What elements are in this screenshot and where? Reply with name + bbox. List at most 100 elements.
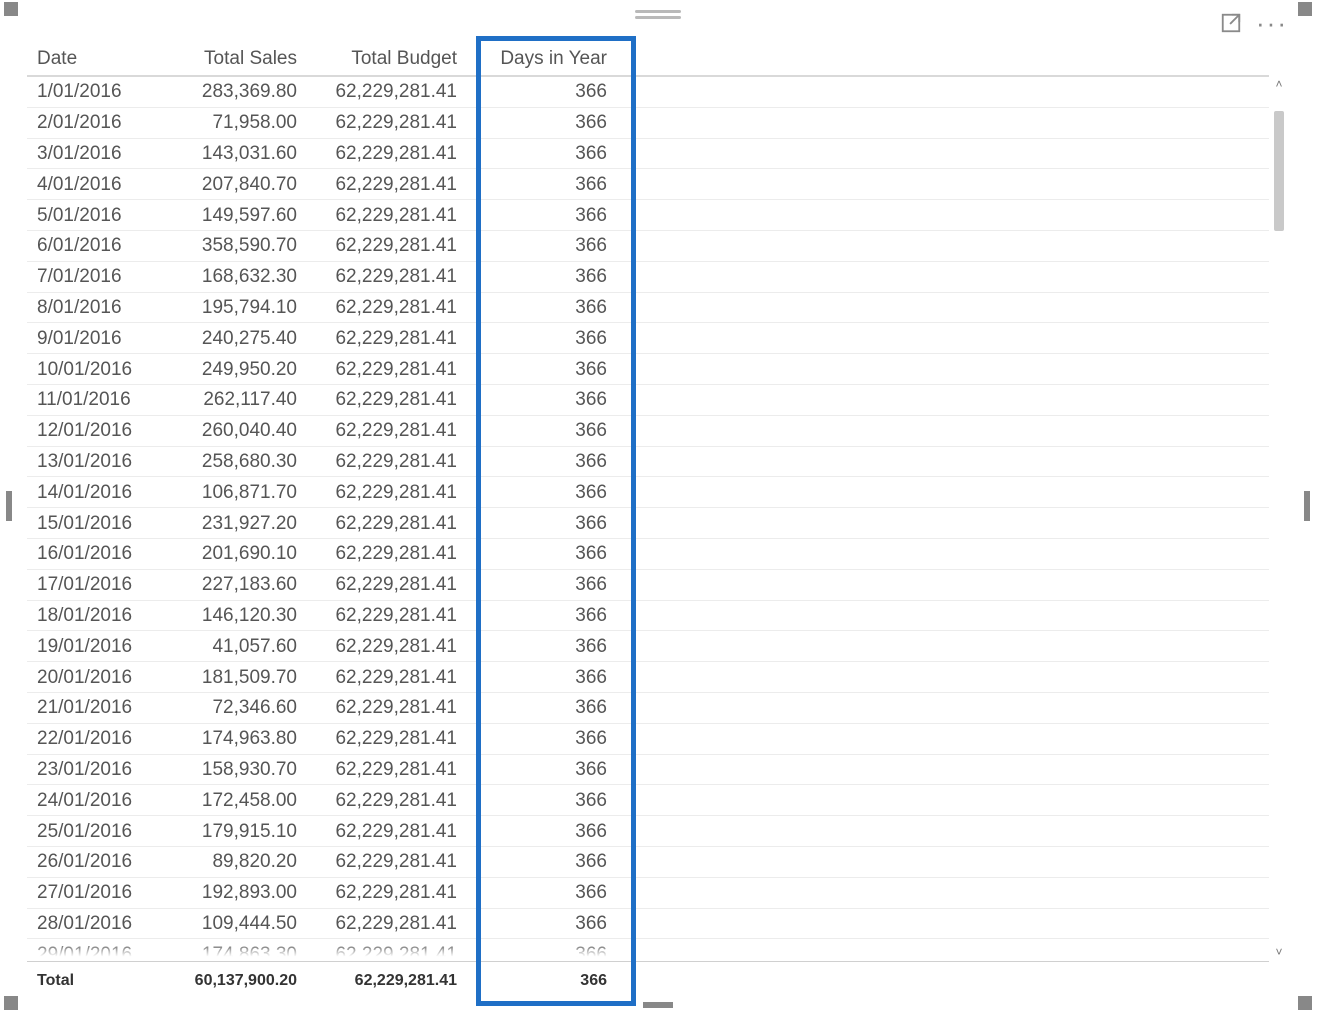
cell-days-in-year: 366 bbox=[467, 298, 617, 317]
table-visual[interactable]: ··· Date Total Sales Total Budget Days i… bbox=[8, 6, 1308, 1006]
cell-days-in-year: 366 bbox=[467, 82, 617, 101]
table-row[interactable]: 28/01/2016109,444.5062,229,281.41366 bbox=[27, 909, 1269, 940]
scrollbar-thumb[interactable] bbox=[1274, 111, 1284, 231]
cell-total-sales: 195,794.10 bbox=[157, 298, 307, 317]
table-row[interactable]: 1/01/2016283,369.8062,229,281.41366 bbox=[27, 77, 1269, 108]
vertical-scrollbar[interactable]: ˄ ˅ bbox=[1273, 77, 1285, 959]
data-table: Date Total Sales Total Budget Days in Ye… bbox=[27, 41, 1269, 970]
table-row[interactable]: 6/01/2016358,590.7062,229,281.41366 bbox=[27, 231, 1269, 262]
col-header-days-in-year[interactable]: Days in Year bbox=[467, 49, 617, 68]
cell-date: 1/01/2016 bbox=[27, 82, 157, 101]
table-row[interactable]: 7/01/2016168,632.3062,229,281.41366 bbox=[27, 262, 1269, 293]
table-row[interactable]: 26/01/201689,820.2062,229,281.41366 bbox=[27, 847, 1269, 878]
table-row[interactable]: 2/01/201671,958.0062,229,281.41366 bbox=[27, 108, 1269, 139]
table-row[interactable]: 21/01/201672,346.6062,229,281.41366 bbox=[27, 693, 1269, 724]
cell-days-in-year: 366 bbox=[467, 791, 617, 810]
cell-total-budget: 62,229,281.41 bbox=[307, 175, 467, 194]
cell-total-budget: 62,229,281.41 bbox=[307, 822, 467, 841]
total-budget-value: 62,229,281.41 bbox=[307, 972, 467, 990]
table-row[interactable]: 19/01/201641,057.6062,229,281.41366 bbox=[27, 631, 1269, 662]
cell-total-sales: 260,040.40 bbox=[157, 421, 307, 440]
scroll-down-arrow-icon[interactable]: ˅ bbox=[1273, 945, 1285, 959]
cell-total-sales: 231,927.20 bbox=[157, 514, 307, 533]
table-row[interactable]: 14/01/2016106,871.7062,229,281.41366 bbox=[27, 477, 1269, 508]
drag-grip-icon[interactable] bbox=[635, 10, 681, 22]
cell-date: 2/01/2016 bbox=[27, 113, 157, 132]
resize-handle-top-left[interactable] bbox=[4, 2, 18, 16]
table-row[interactable]: 5/01/2016149,597.6062,229,281.41366 bbox=[27, 200, 1269, 231]
cell-date: 14/01/2016 bbox=[27, 483, 157, 502]
table-row[interactable]: 17/01/2016227,183.6062,229,281.41366 bbox=[27, 570, 1269, 601]
cell-total-sales: 71,958.00 bbox=[157, 113, 307, 132]
cell-days-in-year: 366 bbox=[467, 637, 617, 656]
cell-date: 21/01/2016 bbox=[27, 698, 157, 717]
table-row[interactable]: 23/01/2016158,930.7062,229,281.41366 bbox=[27, 755, 1269, 786]
cell-date: 10/01/2016 bbox=[27, 360, 157, 379]
cell-days-in-year: 366 bbox=[467, 390, 617, 409]
cell-days-in-year: 366 bbox=[467, 175, 617, 194]
cell-total-sales: 258,680.30 bbox=[157, 452, 307, 471]
table-row[interactable]: 16/01/2016201,690.1062,229,281.41366 bbox=[27, 539, 1269, 570]
more-options-icon[interactable]: ··· bbox=[1256, 14, 1288, 32]
cell-days-in-year: 366 bbox=[467, 452, 617, 471]
cell-days-in-year: 366 bbox=[467, 914, 617, 933]
table-row[interactable]: 8/01/2016195,794.1062,229,281.41366 bbox=[27, 293, 1269, 324]
total-sales-value: 60,137,900.20 bbox=[157, 972, 307, 990]
table-row[interactable]: 24/01/2016172,458.0062,229,281.41366 bbox=[27, 785, 1269, 816]
table-row[interactable]: 13/01/2016258,680.3062,229,281.41366 bbox=[27, 447, 1269, 478]
table-row[interactable]: 9/01/2016240,275.4062,229,281.41366 bbox=[27, 323, 1269, 354]
cell-total-sales: 158,930.70 bbox=[157, 760, 307, 779]
col-header-total-sales[interactable]: Total Sales bbox=[157, 49, 307, 68]
cell-total-budget: 62,229,281.41 bbox=[307, 914, 467, 933]
cell-total-budget: 62,229,281.41 bbox=[307, 267, 467, 286]
cell-total-sales: 174,963.80 bbox=[157, 729, 307, 748]
cell-total-sales: 179,915.10 bbox=[157, 822, 307, 841]
cell-total-sales: 240,275.40 bbox=[157, 329, 307, 348]
table-row[interactable]: 4/01/2016207,840.7062,229,281.41366 bbox=[27, 169, 1269, 200]
table-row[interactable]: 11/01/2016262,117.4062,229,281.41366 bbox=[27, 385, 1269, 416]
table-row[interactable]: 25/01/2016179,915.1062,229,281.41366 bbox=[27, 816, 1269, 847]
cell-total-sales: 358,590.70 bbox=[157, 236, 307, 255]
resize-handle-right[interactable] bbox=[1304, 491, 1310, 521]
table-row[interactable]: 12/01/2016260,040.4062,229,281.41366 bbox=[27, 416, 1269, 447]
cell-date: 8/01/2016 bbox=[27, 298, 157, 317]
col-header-total-budget[interactable]: Total Budget bbox=[307, 49, 467, 68]
cell-date: 12/01/2016 bbox=[27, 421, 157, 440]
cell-total-sales: 143,031.60 bbox=[157, 144, 307, 163]
resize-handle-left[interactable] bbox=[6, 491, 12, 521]
cell-total-sales: 262,117.40 bbox=[157, 390, 307, 409]
table-row[interactable]: 10/01/2016249,950.2062,229,281.41366 bbox=[27, 354, 1269, 385]
cell-total-sales: 172,458.00 bbox=[157, 791, 307, 810]
cell-days-in-year: 366 bbox=[467, 514, 617, 533]
cell-date: 7/01/2016 bbox=[27, 267, 157, 286]
resize-handle-bottom[interactable] bbox=[643, 1002, 673, 1008]
col-header-date[interactable]: Date bbox=[27, 49, 157, 68]
cell-total-budget: 62,229,281.41 bbox=[307, 360, 467, 379]
cell-total-sales: 181,509.70 bbox=[157, 668, 307, 687]
table-total-row: Total 60,137,900.20 62,229,281.41 366 bbox=[27, 961, 1269, 999]
table-row[interactable]: 15/01/2016231,927.2062,229,281.41366 bbox=[27, 508, 1269, 539]
table-row[interactable]: 20/01/2016181,509.7062,229,281.41366 bbox=[27, 662, 1269, 693]
table-row[interactable]: 3/01/2016143,031.6062,229,281.41366 bbox=[27, 139, 1269, 170]
cell-date: 11/01/2016 bbox=[27, 390, 157, 409]
cell-days-in-year: 366 bbox=[467, 822, 617, 841]
cell-total-budget: 62,229,281.41 bbox=[307, 144, 467, 163]
cell-days-in-year: 366 bbox=[467, 729, 617, 748]
resize-handle-top-right[interactable] bbox=[1298, 2, 1312, 16]
scroll-up-arrow-icon[interactable]: ˄ bbox=[1273, 77, 1285, 91]
cell-total-budget: 62,229,281.41 bbox=[307, 606, 467, 625]
table-row[interactable]: 22/01/2016174,963.8062,229,281.41366 bbox=[27, 724, 1269, 755]
cell-days-in-year: 366 bbox=[467, 544, 617, 563]
focus-mode-icon[interactable] bbox=[1220, 12, 1242, 34]
cell-days-in-year: 366 bbox=[467, 329, 617, 348]
cell-days-in-year: 366 bbox=[467, 236, 617, 255]
cell-date: 6/01/2016 bbox=[27, 236, 157, 255]
resize-handle-bottom-right[interactable] bbox=[1298, 996, 1312, 1010]
resize-handle-bottom-left[interactable] bbox=[4, 996, 18, 1010]
table-row[interactable]: 27/01/2016192,893.0062,229,281.41366 bbox=[27, 878, 1269, 909]
table-row[interactable]: 18/01/2016146,120.3062,229,281.41366 bbox=[27, 601, 1269, 632]
cell-days-in-year: 366 bbox=[467, 483, 617, 502]
cell-total-sales: 227,183.60 bbox=[157, 575, 307, 594]
total-days-value: 366 bbox=[467, 972, 617, 990]
cell-date: 18/01/2016 bbox=[27, 606, 157, 625]
